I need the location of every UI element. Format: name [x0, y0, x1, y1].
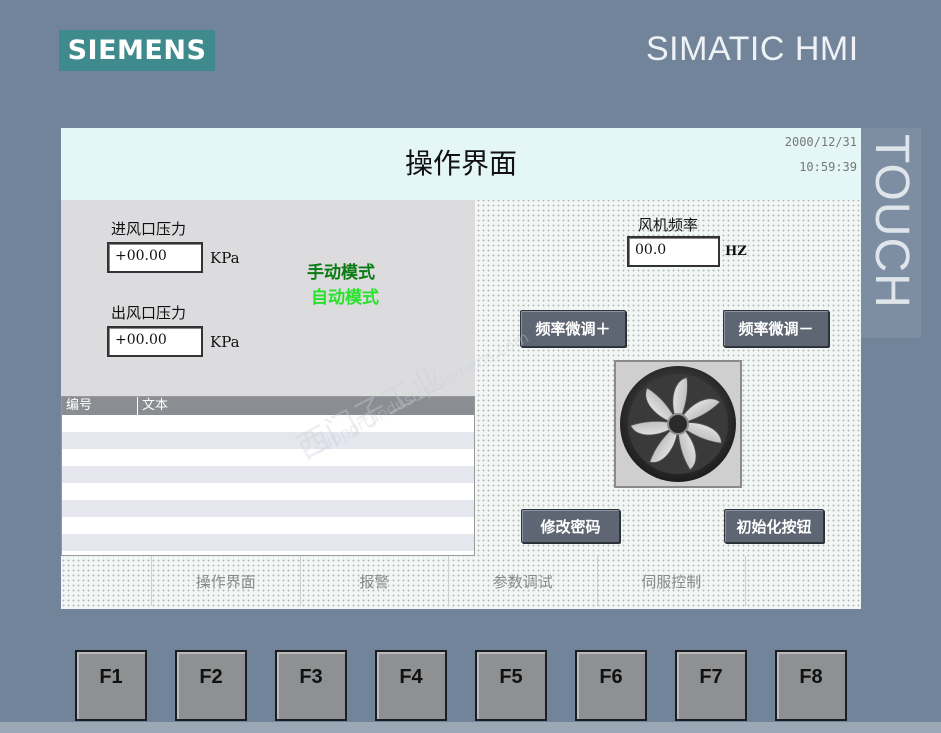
siemens-logo: SIEMENS	[59, 30, 215, 71]
fan-icon	[620, 366, 736, 482]
function-key-f7[interactable]: F7	[675, 650, 747, 721]
initialize-button[interactable]: 初始化按钮	[724, 509, 824, 543]
alarm-row	[62, 466, 474, 483]
alarm-header: 编号 文本	[62, 397, 474, 415]
alarm-col-text: 文本	[142, 398, 169, 413]
function-key-f3[interactable]: F3	[275, 650, 347, 721]
function-key-f6[interactable]: F6	[575, 650, 647, 721]
bezel-bottom-strip	[0, 722, 941, 733]
fan-frequency-label: 风机频率	[638, 216, 699, 234]
alarm-row	[62, 517, 474, 534]
manual-mode-indicator: 手动模式	[307, 263, 375, 283]
outlet-pressure-field[interactable]: +00.00	[107, 326, 203, 357]
fan-frequency-field[interactable]: 00.0	[627, 236, 720, 267]
date-display: 2000/12/31	[784, 135, 857, 149]
nav-tab-alarm[interactable]: 报警	[301, 556, 449, 606]
frequency-up-button[interactable]: 频率微调＋	[520, 310, 626, 347]
change-password-button[interactable]: 修改密码	[521, 509, 620, 543]
screen-nav-bar: 操作界面 报警 参数调试 伺服控制	[151, 556, 746, 606]
nav-tab-operation[interactable]: 操作界面	[151, 556, 301, 606]
alarm-row	[62, 483, 474, 500]
brand-name: SIMATIC HMI	[646, 30, 859, 68]
function-key-f5[interactable]: F5	[475, 650, 547, 721]
auto-mode-indicator: 自动模式	[311, 288, 379, 308]
time-display: 10:59:39	[799, 160, 857, 174]
function-key-f8[interactable]: F8	[775, 650, 847, 721]
alarm-col-id: 编号	[62, 397, 138, 415]
function-key-f1[interactable]: F1	[75, 650, 147, 721]
alarm-row	[62, 500, 474, 517]
function-key-f2[interactable]: F2	[175, 650, 247, 721]
alarm-row	[62, 415, 474, 432]
page-title: 操作界面	[404, 147, 517, 180]
function-key-f4[interactable]: F4	[375, 650, 447, 721]
frequency-down-button[interactable]: 频率微调－	[723, 310, 829, 347]
inlet-pressure-unit: KPa	[210, 249, 240, 267]
nav-tab-parameters[interactable]: 参数调试	[449, 556, 598, 606]
inlet-pressure-field[interactable]: +00.00	[107, 242, 203, 273]
outlet-pressure-unit: KPa	[210, 333, 240, 351]
fan-frequency-unit: HZ	[725, 244, 747, 259]
outlet-pressure-label: 出风口压力	[111, 304, 187, 322]
alarm-view[interactable]: 编号 文本	[61, 396, 475, 556]
hmi-screen: 操作界面 2000/12/31 10:59:39 进风口压力 +00.00 KP…	[61, 128, 861, 609]
alarm-row	[62, 534, 474, 551]
touch-label: TOUCH	[859, 128, 921, 338]
alarm-row	[62, 449, 474, 466]
fan-icon	[614, 360, 742, 488]
inlet-pressure-label: 进风口压力	[111, 220, 187, 238]
alarm-row	[62, 432, 474, 449]
nav-tab-servo[interactable]: 伺服控制	[598, 556, 746, 606]
